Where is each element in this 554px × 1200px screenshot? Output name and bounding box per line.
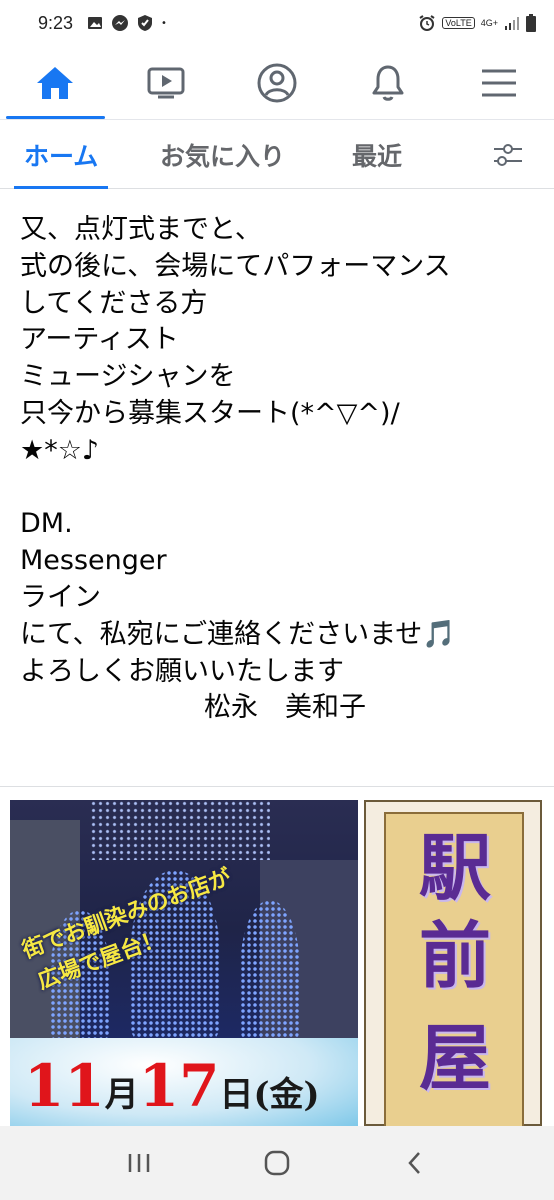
post-line: にて、私宛にご連絡くださいませ🎵: [20, 618, 456, 650]
shield-icon: [138, 15, 153, 31]
profile-icon: [257, 63, 297, 102]
post-line: アーティスト: [20, 324, 179, 356]
status-dot: •: [161, 17, 167, 29]
system-nav-bar: [0, 1126, 554, 1200]
status-time: 9:23: [38, 12, 74, 33]
post-divider: [0, 786, 554, 787]
flyer-title-char: 前: [418, 913, 491, 998]
nav-profile[interactable]: [222, 46, 333, 119]
tab-home[interactable]: ホーム: [13, 121, 109, 189]
post-text: 又、点灯式までと、 式の後に、会場にてパフォーマンス してくださる方 アーティス…: [20, 212, 540, 727]
flyer-title-panel: 駅 前 屋: [364, 800, 542, 1126]
back-button[interactable]: [385, 1133, 445, 1193]
date-weekday: (金): [253, 1075, 320, 1115]
status-right-icons: VoLTE 4G+: [418, 14, 536, 32]
home-icon: [37, 66, 74, 99]
post-signature: 松永 美和子: [204, 692, 366, 724]
light-tree: [240, 900, 300, 1040]
post-line: Messenger: [20, 545, 167, 577]
date-day-label: 日: [219, 1075, 254, 1115]
nav-video[interactable]: [111, 46, 222, 119]
battery-icon: [526, 14, 536, 32]
signal-icon: [505, 17, 519, 30]
feed-filter-button[interactable]: [492, 141, 524, 169]
post-line: ミュージシャンを: [20, 361, 236, 393]
date-month-label: 月: [104, 1075, 139, 1115]
post-image[interactable]: 街でお馴染みのお店が 広場で屋台！ 11月17日(金) 駅 前 屋: [0, 792, 554, 1126]
tab-favorites[interactable]: お気に入り: [160, 121, 285, 189]
image-icon: [88, 17, 103, 29]
date-month-number: 11: [24, 1052, 105, 1120]
back-icon: [408, 1152, 420, 1174]
home-button[interactable]: [247, 1133, 307, 1193]
date-day-number: 17: [138, 1052, 220, 1120]
flyer-title-char: 駅: [418, 825, 491, 910]
top-nav: [0, 46, 554, 120]
home-circle-icon: [264, 1150, 290, 1176]
post-line: 又、点灯式までと、: [20, 214, 262, 245]
recent-apps-button[interactable]: [109, 1133, 169, 1193]
post-line: よろしくお願いいたします: [20, 655, 344, 687]
post-line: してくださる方: [20, 287, 208, 319]
flyer-date: 11月17日(金): [24, 1052, 320, 1120]
status-left-icons: •: [87, 14, 167, 32]
volte-badge: VoLTE: [442, 17, 475, 29]
post-line: 只今から募集スタート(*^▽^)/: [20, 397, 400, 429]
recent-apps-icon: [128, 1154, 150, 1172]
post-line: DM.: [20, 508, 73, 540]
nav-menu[interactable]: [443, 46, 554, 119]
sky-lights: [90, 800, 270, 860]
video-icon: [147, 67, 185, 98]
messenger-icon: [112, 15, 129, 31]
feed-tabs: ホーム お気に入り 最近: [0, 121, 554, 189]
nav-home[interactable]: [0, 46, 111, 119]
tab-recent[interactable]: 最近: [352, 121, 402, 189]
flyer-photo: 街でお馴染みのお店が 広場で屋台！ 11月17日(金): [10, 800, 358, 1126]
sliders-icon: [494, 144, 522, 166]
status-bar: 9:23 • VoLTE 4G+: [0, 0, 554, 46]
menu-icon: [481, 69, 516, 96]
bell-icon: [372, 65, 404, 101]
alarm-icon: [419, 15, 435, 31]
post-line: ライン: [20, 581, 101, 613]
post-line: 式の後に、会場にてパフォーマンス: [20, 250, 451, 282]
nav-notifications[interactable]: [332, 46, 443, 119]
flyer-title-char: 屋: [418, 1015, 491, 1100]
network-type: 4G+: [480, 17, 498, 28]
post-line: ★*☆♪: [20, 434, 100, 466]
